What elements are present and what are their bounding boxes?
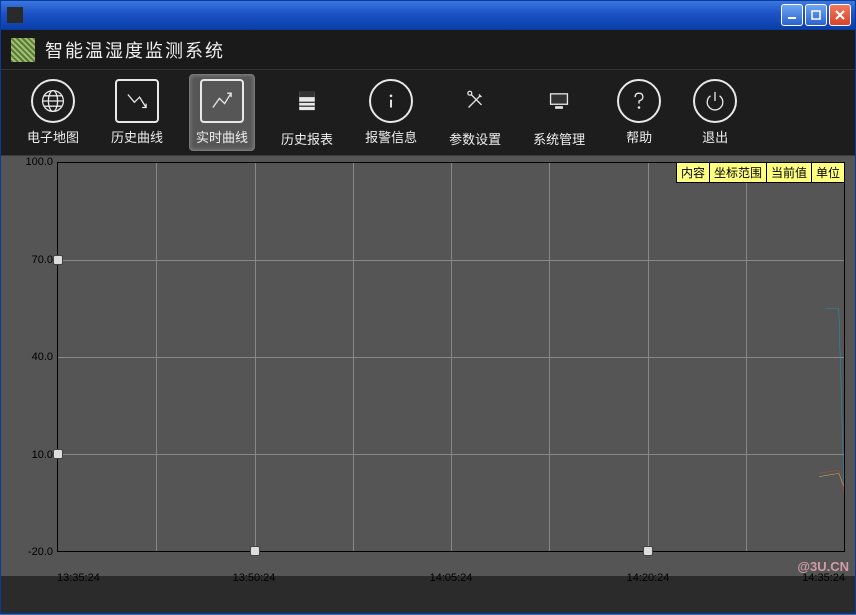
y-tick-label: -20.0: [28, 546, 53, 558]
toolbar-alarm-button[interactable]: 报警信息: [359, 75, 423, 150]
toolbar-item-label: 电子地图: [27, 127, 79, 146]
toolbar-report-button[interactable]: 历史报表: [275, 73, 339, 152]
y-tick-label: 10.0: [32, 449, 53, 461]
app-frame: 智能温湿度监测系统 电子地图 历史曲线 实时曲线 历史报表 报警信息 参数设置 系统管理 帮助…: [0, 30, 856, 614]
chart-plot[interactable]: [57, 162, 845, 552]
toolbar-item-label: 报警信息: [365, 127, 417, 146]
x-tick-label: 14:05:24: [430, 572, 473, 584]
monitor-icon: [535, 77, 583, 125]
window-icon: [7, 7, 23, 23]
toolbar-map-button[interactable]: 电子地图: [21, 75, 85, 150]
info-icon: [369, 79, 413, 123]
app-logo-icon: [11, 38, 35, 62]
y-axis: -20.010.040.070.0100.0: [1, 162, 57, 552]
toolbar-params-button[interactable]: 参数设置: [443, 73, 507, 152]
series-channel-3: [819, 473, 844, 486]
legend-header-cell: 当前值: [766, 163, 811, 182]
y-tick-label: 100.0: [25, 156, 53, 168]
toolbar-system-button[interactable]: 系统管理: [527, 73, 591, 152]
app-title: 智能温湿度监测系统: [45, 37, 225, 63]
toolbar-help-button[interactable]: 帮助: [611, 75, 667, 150]
x-tick-label: 14:20:24: [627, 572, 670, 584]
toolbar-item-label: 参数设置: [449, 129, 501, 148]
realtime-chart: 内容坐标范围当前值单位 -20.010.040.070.0100.0 13:35…: [1, 156, 855, 576]
toolbar-item-label: 实时曲线: [196, 127, 248, 146]
y-tick-label: 40.0: [32, 351, 53, 363]
x-tick-label: 13:50:24: [233, 572, 276, 584]
report-icon: [283, 77, 331, 125]
trend-dn-icon: [115, 79, 159, 123]
close-button[interactable]: [829, 4, 851, 26]
x-tick-label: 13:35:24: [57, 572, 100, 584]
toolbar-item-label: 历史报表: [281, 129, 333, 148]
toolbar-item-label: 退出: [702, 127, 728, 146]
toolbar-item-label: 历史曲线: [111, 127, 163, 146]
y-tick-label: 70.0: [32, 254, 53, 266]
app-header: 智能温湿度监测系统: [1, 30, 855, 70]
toolbar-realtime-button[interactable]: 实时曲线: [189, 74, 255, 151]
window-controls: [781, 4, 851, 26]
trend-up-icon: [200, 79, 244, 123]
toolbar-item-label: 帮助: [626, 127, 652, 146]
toolbar-history-button[interactable]: 历史曲线: [105, 75, 169, 150]
legend-header-cell: 坐标范围: [709, 163, 766, 182]
series-channel-2: [819, 470, 844, 493]
legend-header-cell: 单位: [811, 163, 844, 182]
minimize-button[interactable]: [781, 4, 803, 26]
power-icon: [693, 79, 737, 123]
tools-icon: [451, 77, 499, 125]
window-titlebar: [0, 0, 856, 30]
main-toolbar: 电子地图 历史曲线 实时曲线 历史报表 报警信息 参数设置 系统管理 帮助 退出: [1, 70, 855, 156]
globe-icon: [31, 79, 75, 123]
question-icon: [617, 79, 661, 123]
chart-legend: 内容坐标范围当前值单位: [676, 162, 845, 183]
maximize-button[interactable]: [805, 4, 827, 26]
chart-lines: [58, 163, 844, 551]
x-tick-label: 14:35:24: [802, 572, 845, 584]
series-channel-1: [826, 309, 844, 487]
legend-header-cell: 内容: [677, 163, 709, 182]
toolbar-item-label: 系统管理: [533, 129, 585, 148]
toolbar-exit-button[interactable]: 退出: [687, 75, 743, 150]
